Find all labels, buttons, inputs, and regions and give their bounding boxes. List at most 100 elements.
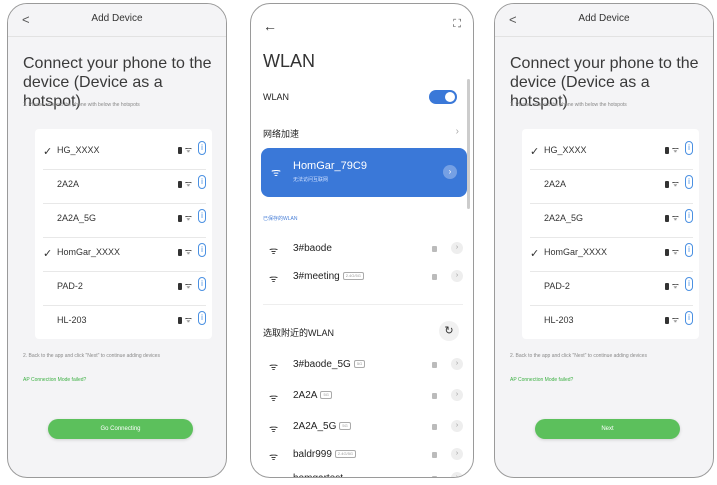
info-icon[interactable]: i — [685, 311, 693, 325]
wifi-icon: ᯤ — [184, 179, 192, 188]
info-icon[interactable]: i — [198, 277, 206, 291]
page-title: Add Device — [578, 13, 630, 24]
hotspot-row[interactable]: ✓ HG_XXXX ᯤ i — [43, 135, 206, 170]
network-name: 3#meeting 2.4G/5G — [293, 271, 364, 282]
hotspot-row[interactable]: PAD-2 ᯤ i — [43, 271, 206, 306]
chevron-right-icon[interactable]: › — [451, 448, 463, 460]
lock-icon — [178, 317, 182, 324]
hotspot-row[interactable]: HL-203 ᯤ i — [43, 305, 206, 339]
wifi-icon: ᯤ — [269, 424, 279, 435]
hotspot-row[interactable]: ✓ HomGar_XXXX ᯤ i — [530, 237, 693, 272]
wifi-icon: ᯤ — [269, 393, 279, 404]
lock-icon — [665, 249, 669, 256]
chevron-right-icon[interactable]: › — [451, 242, 463, 254]
info-icon[interactable]: i — [198, 175, 206, 189]
hotspot-row[interactable]: 2A2A ᯤ i — [530, 169, 693, 204]
hotspot-row[interactable]: ✓ HG_XXXX ᯤ i — [530, 135, 693, 170]
hotspot-row[interactable]: 2A2A_5G ᯤ i — [43, 203, 206, 238]
wifi-icon: ᯤ — [671, 281, 679, 290]
instruction-step-2: 2. Back to the app and click "Next" to c… — [510, 353, 647, 359]
header-bar: < Add Device — [8, 4, 226, 37]
instruction-step-1: 1. Please connect the phone with below t… — [510, 102, 627, 108]
network-row[interactable]: ᯤ 3#baode_5G 5G › — [263, 356, 463, 376]
phone-screen-add-device-2: < Add Device Connect your phone to the d… — [494, 3, 714, 478]
band-tag: 2.4G/5G — [342, 272, 364, 281]
hotspot-name: HomGar_XXXX — [57, 247, 121, 257]
lock-icon — [665, 147, 669, 154]
phone-screen-wlan: ← ⛶ WLAN WLAN 网络加速 › ᯤ HomGar_79C9 无法访问互… — [250, 3, 474, 478]
network-row[interactable]: ᯤ 3#meeting 2.4G/5G › — [263, 268, 463, 288]
wifi-icon: ᯤ — [671, 145, 679, 154]
hotspot-row[interactable]: 2A2A ᯤ i — [43, 169, 206, 204]
instruction-step-2: 2. Back to the app and click "Next" to c… — [23, 353, 160, 359]
network-row[interactable]: ᯤ homgartest › — [263, 470, 463, 477]
wifi-icon: ᯤ — [184, 213, 192, 222]
network-name: 3#baode_5G 5G — [293, 359, 366, 370]
info-icon[interactable]: i — [198, 209, 206, 223]
hotspot-name: PAD-2 — [544, 281, 570, 291]
instruction-step-1: 1. Please connect the phone with below t… — [23, 102, 140, 108]
wifi-icon: ᯤ — [269, 473, 278, 477]
network-row[interactable]: ᯤ 2A2A_5G 5G › — [263, 418, 463, 438]
chevron-right-icon[interactable]: › — [451, 389, 463, 401]
hotspot-row[interactable]: PAD-2 ᯤ i — [530, 271, 693, 306]
network-row[interactable]: ᯤ baldr999 2.4G/5G › — [263, 446, 463, 466]
hotspot-row[interactable]: 2A2A_5G ᯤ i — [530, 203, 693, 238]
wifi-icon: ᯤ — [184, 145, 192, 154]
connected-network-card[interactable]: ᯤ HomGar_79C9 无法访问互联网 › — [261, 148, 467, 197]
next-button[interactable]: Next — [535, 419, 680, 439]
lock-icon — [178, 147, 182, 154]
wlan-label: WLAN — [263, 92, 290, 102]
network-name: baldr999 2.4G/5G — [293, 449, 357, 460]
back-arrow-icon[interactable]: ← — [263, 18, 277, 34]
chevron-right-icon[interactable]: › — [451, 358, 463, 370]
hotspot-name: HL-203 — [57, 315, 87, 325]
chevron-right-icon[interactable]: › — [451, 472, 463, 477]
ap-failed-link[interactable]: AP Connection Mode failed? — [510, 377, 573, 383]
network-row[interactable]: ᯤ 3#baode › — [263, 240, 463, 260]
network-name: 2A2A_5G 5G — [293, 421, 351, 432]
saved-networks-label: 已保存的WLAN — [263, 216, 298, 222]
band-tag: 5G — [339, 422, 351, 431]
hotspot-name: PAD-2 — [57, 281, 83, 291]
check-icon: ✓ — [43, 248, 53, 260]
go-connecting-button[interactable]: Go Connecting — [48, 419, 193, 439]
wlan-toggle[interactable] — [429, 90, 457, 104]
lock-icon — [432, 246, 437, 252]
chevron-right-icon: › — [455, 126, 459, 137]
lock-icon — [665, 317, 669, 324]
header-bar: < Add Device — [495, 4, 713, 37]
hotspot-row[interactable]: ✓ HomGar_XXXX ᯤ i — [43, 237, 206, 272]
chevron-right-icon[interactable]: › — [451, 420, 463, 432]
chevron-right-icon[interactable]: › — [443, 165, 457, 179]
info-icon[interactable]: i — [198, 141, 206, 155]
scan-icon[interactable]: ⛶ — [453, 18, 461, 31]
network-name: homgartest — [293, 473, 343, 477]
scrollbar[interactable] — [467, 79, 470, 209]
network-row[interactable]: ᯤ 2A2A 5G › — [263, 387, 463, 407]
check-icon: ✓ — [530, 248, 540, 260]
network-accel-label[interactable]: 网络加速 — [263, 127, 299, 140]
info-icon[interactable]: i — [198, 243, 206, 257]
lock-icon — [178, 249, 182, 256]
hotspot-list: ✓ HG_XXXX ᯤ i 2A2A ᯤ i 2A2A_5G ᯤ i ✓ HomGar_XXXX… — [522, 129, 699, 339]
check-icon: ✓ — [43, 146, 53, 158]
info-icon[interactable]: i — [198, 311, 206, 325]
chevron-right-icon[interactable]: › — [451, 270, 463, 282]
lock-icon — [178, 181, 182, 188]
page-title: Add Device — [91, 13, 143, 24]
wifi-icon: ᯤ — [671, 213, 679, 222]
page-title: WLAN — [263, 51, 316, 71]
refresh-icon[interactable]: ↻ — [439, 321, 459, 341]
info-icon[interactable]: i — [685, 141, 693, 155]
info-icon[interactable]: i — [685, 277, 693, 291]
info-icon[interactable]: i — [685, 175, 693, 189]
lock-icon — [665, 283, 669, 290]
ap-failed-link[interactable]: AP Connection Mode failed? — [23, 377, 86, 383]
wifi-icon: ᯤ — [269, 274, 279, 285]
info-icon[interactable]: i — [685, 209, 693, 223]
info-icon[interactable]: i — [685, 243, 693, 257]
hotspot-row[interactable]: HL-203 ᯤ i — [530, 305, 693, 339]
band-tag: 5G — [353, 360, 366, 369]
lock-icon — [432, 452, 437, 458]
